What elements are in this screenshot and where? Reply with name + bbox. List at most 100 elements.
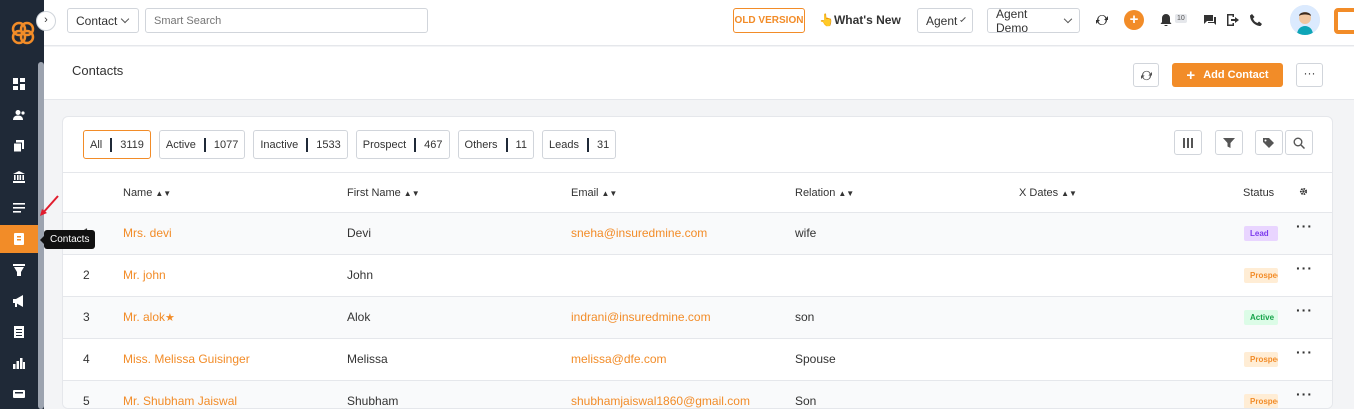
row-index: 2 [83, 268, 90, 282]
filter-label: Inactive [260, 138, 299, 151]
contact-name-link[interactable]: Miss. Melissa Guisinger [123, 352, 250, 366]
first-name-cell: Shubham [347, 394, 399, 408]
table-row[interactable]: 5 Mr. Shubham Jaiswal Shubham shubhamjai… [63, 380, 1332, 408]
role-select[interactable]: Agent [917, 8, 973, 33]
users-icon [13, 110, 25, 120]
column-label: Relation [795, 187, 836, 199]
sidebar-item-settings[interactable] [0, 380, 38, 408]
sidebar-item-dashboard[interactable] [0, 70, 38, 98]
logout-button[interactable] [1225, 12, 1241, 28]
sidebar-item-bank[interactable] [0, 163, 38, 191]
filter-tab-leads[interactable]: Leads 31 [541, 130, 617, 159]
search-button[interactable] [1285, 130, 1313, 155]
column-header-x-dates[interactable]: X Dates ▲▼ [1019, 187, 1077, 199]
notification-count-badge: 10 [1175, 14, 1187, 23]
table-row[interactable]: 4 Miss. Melissa Guisinger Melissa meliss… [63, 338, 1332, 380]
row-index: 3 [83, 310, 90, 324]
avatar-person-icon [1290, 5, 1320, 35]
contact-name-link[interactable]: Mrs. devi [123, 226, 172, 240]
more-options-button[interactable]: ··· [1296, 63, 1323, 87]
bar-chart-icon [13, 358, 25, 369]
email-link[interactable]: melissa@dfe.com [571, 352, 667, 366]
sidebar-item-campaigns[interactable] [0, 287, 38, 315]
filter-tab-inactive[interactable]: Inactive 1533 [253, 130, 348, 159]
column-label: Email [571, 187, 599, 199]
filter-button[interactable] [1215, 130, 1243, 155]
chevron-right-icon: › [44, 14, 48, 26]
module-select[interactable]: Contact [67, 8, 139, 33]
filter-tab-all[interactable]: All 3119 [83, 130, 151, 159]
column-settings-button[interactable] [1299, 187, 1308, 199]
add-contact-button[interactable]: + Add Contact [1172, 63, 1283, 87]
topbar: Contact OLD VERSION 👆What's New Agent Ag… [44, 0, 1354, 46]
column-header-status[interactable]: Status [1243, 187, 1274, 199]
column-header-relation[interactable]: Relation ▲▼ [795, 187, 854, 199]
column-header-name[interactable]: Name ▲▼ [123, 187, 171, 199]
module-select-value: Contact [76, 13, 118, 28]
table-row[interactable]: 1 Mrs. devi Devi sneha@insuredmine.com w… [63, 212, 1332, 254]
column-label: First Name [347, 187, 401, 199]
chat-icon [1204, 15, 1216, 25]
filter-count: 11 [515, 138, 527, 151]
plus-icon: + [1186, 66, 1196, 84]
filter-icon [1223, 137, 1235, 148]
sidebar-item-users[interactable] [0, 101, 38, 129]
columns-button[interactable] [1174, 130, 1202, 155]
refresh-button[interactable] [1133, 63, 1159, 87]
sidebar-item-funnel[interactable] [0, 256, 38, 284]
app-switcher-icon[interactable] [1334, 8, 1354, 34]
contact-name-link[interactable]: Mr. alok★ [123, 310, 175, 324]
email-link[interactable]: indrani@insuredmine.com [571, 310, 711, 324]
email-link[interactable]: sneha@insuredmine.com [571, 226, 707, 240]
sort-icon: ▲▼ [1061, 189, 1077, 198]
table-header: Name ▲▼ First Name ▲▼ Email ▲▼ Relation ▲▼ X… [63, 172, 1332, 212]
table-row[interactable]: 2 Mr. john John [63, 254, 1332, 296]
email-link[interactable]: shubhamjaiswal1860@gmail.com [571, 394, 750, 408]
whats-new-link[interactable]: 👆What's New [819, 13, 901, 27]
user-avatar[interactable] [1290, 5, 1320, 35]
smart-search-input[interactable] [145, 8, 428, 33]
list-icon [13, 203, 25, 213]
bank-icon [13, 171, 25, 183]
whats-new-label: What's New [833, 13, 901, 27]
contact-card-icon [14, 233, 24, 245]
filter-count: 1077 [213, 138, 239, 151]
sidebar-item-list[interactable] [0, 194, 38, 222]
sidebar-item-contacts[interactable] [0, 225, 38, 253]
sidebar-item-reports[interactable] [0, 318, 38, 346]
tags-icon [1263, 137, 1274, 148]
pointing-hand-icon: 👆 [819, 13, 834, 27]
chat-button[interactable] [1202, 12, 1218, 28]
notifications-button[interactable] [1158, 12, 1174, 28]
old-version-button[interactable]: OLD VERSION [733, 8, 805, 33]
column-header-first-name[interactable]: First Name ▲▼ [347, 187, 420, 199]
chevron-down-icon [960, 16, 966, 22]
quick-add-button[interactable]: + [1124, 10, 1144, 30]
column-label: Name [123, 187, 153, 199]
sync-icon [1096, 14, 1108, 26]
column-header-email[interactable]: Email ▲▼ [571, 187, 617, 199]
user-select[interactable]: Agent Demo [987, 7, 1080, 35]
relation-cell: wife [795, 226, 817, 240]
table-row[interactable]: 3 Mr. alok★ Alok indrani@insuredmine.com… [63, 296, 1332, 338]
phone-button[interactable] [1248, 12, 1264, 28]
row-index: 4 [83, 352, 90, 366]
role-select-value: Agent [926, 13, 958, 28]
filter-tab-others[interactable]: Others 11 [457, 130, 534, 159]
first-name-cell: Devi [347, 226, 372, 240]
toggle-icon [13, 390, 25, 398]
sidebar-item-analytics[interactable] [0, 349, 38, 377]
star-icon: ★ [165, 312, 175, 324]
sync-button[interactable] [1094, 12, 1110, 28]
sign-out-icon [1227, 14, 1239, 26]
sidebar-expand-button[interactable]: › [36, 11, 56, 31]
contact-name-link[interactable]: Mr. john [123, 268, 166, 282]
tags-button[interactable] [1255, 130, 1283, 155]
sidebar-item-documents[interactable] [0, 132, 38, 160]
filter-label: Leads [548, 138, 579, 151]
contact-name-link[interactable]: Mr. Shubham Jaiswal [123, 394, 237, 408]
page-title: Contacts [72, 63, 124, 78]
filter-tab-prospect[interactable]: Prospect 467 [355, 130, 450, 159]
filter-tab-active[interactable]: Active 1077 [158, 130, 246, 159]
contacts-table-card: All 3119 Active 1077 Inactive 1533 Prospect… [62, 116, 1333, 409]
